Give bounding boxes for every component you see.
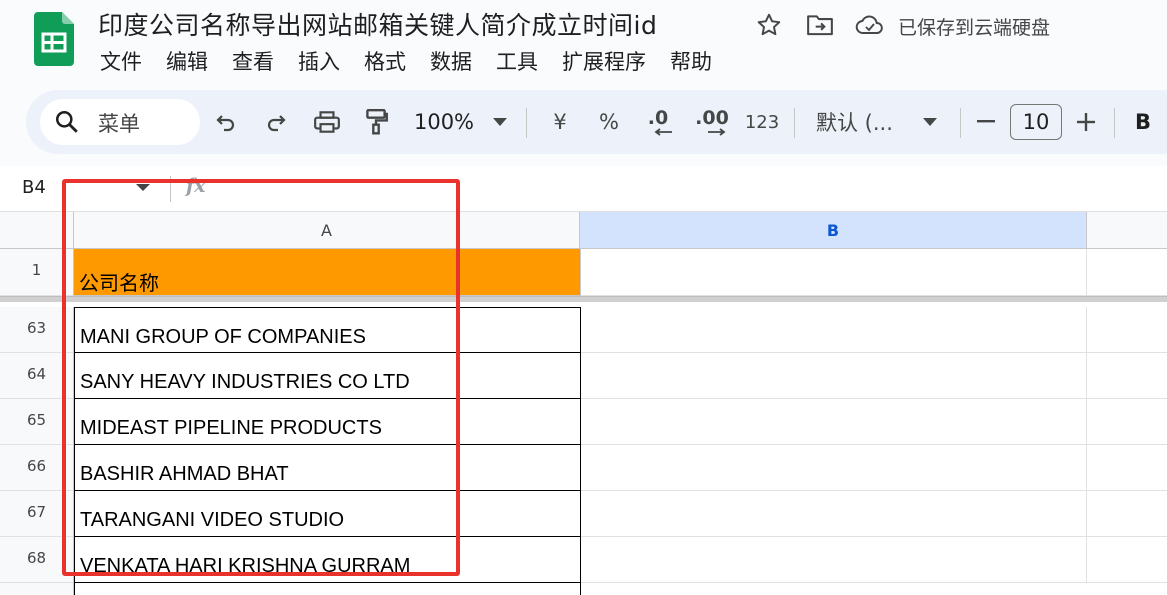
row-header[interactable]: 63 — [0, 307, 74, 353]
zoom-dropdown-icon[interactable] — [490, 104, 510, 140]
menu-file[interactable]: 文件 — [100, 46, 142, 76]
menu-help[interactable]: 帮助 — [670, 46, 712, 76]
toolbar-divider — [794, 108, 795, 138]
table-cell-company[interactable]: VENKATA HARI KRISHNA GURRAM — [74, 537, 581, 583]
column-header-c[interactable] — [1087, 212, 1167, 249]
cell-c1[interactable] — [1087, 249, 1167, 296]
spreadsheet-grid: A B 1 公司名称 63 MANI GROUP OF COMPANIES 64… — [0, 212, 1167, 595]
formula-divider — [170, 176, 171, 202]
search-menus-label: 菜单 — [98, 112, 140, 136]
move-to-folder-icon[interactable] — [805, 10, 835, 40]
fx-icon: fx — [186, 175, 206, 197]
row-header[interactable]: 1 — [0, 249, 74, 296]
font-dropdown-icon[interactable] — [920, 104, 940, 140]
table-cell[interactable] — [581, 491, 1087, 537]
row-header[interactable]: 68 — [0, 537, 74, 583]
cloud-saved-icon[interactable] — [855, 10, 885, 40]
toolbar: 菜单 100% ¥ % .0 .00 123 默认 (... 10 B — [26, 90, 1167, 154]
redo-icon — [267, 115, 286, 132]
table-cell[interactable] — [1087, 307, 1167, 353]
table-cell[interactable] — [581, 353, 1087, 399]
table-cell[interactable] — [74, 583, 581, 595]
increase-font-size-button[interactable] — [1074, 104, 1098, 140]
menu-format[interactable]: 格式 — [364, 46, 406, 76]
toolbar-divider — [960, 108, 961, 138]
sheets-logo-icon[interactable] — [34, 12, 74, 66]
table-cell-company[interactable]: SANY HEAVY INDUSTRIES CO LTD — [74, 353, 581, 399]
name-box-dropdown-icon[interactable] — [136, 184, 150, 191]
table-cell[interactable] — [1087, 353, 1167, 399]
table-cell[interactable] — [581, 445, 1087, 491]
star-icon[interactable] — [754, 10, 784, 40]
paint-format-icon — [366, 108, 388, 135]
table-cell[interactable] — [1087, 491, 1167, 537]
menu-edit[interactable]: 编辑 — [166, 46, 208, 76]
table-cell-company[interactable]: TARANGANI VIDEO STUDIO — [74, 491, 581, 537]
table-cell[interactable] — [581, 537, 1087, 583]
menu-tools[interactable]: 工具 — [496, 46, 538, 76]
undo-icon — [216, 115, 235, 132]
font-family-select[interactable]: 默认 (... — [816, 104, 900, 140]
row-header[interactable]: 64 — [0, 353, 74, 399]
increase-decimal-button[interactable]: .00 — [692, 104, 732, 140]
arrow-left-icon — [654, 127, 672, 136]
toolbar-divider — [526, 108, 527, 138]
toolbar-divider — [1114, 108, 1115, 138]
zoom-select[interactable]: 100% — [412, 104, 476, 140]
search-menus-box[interactable]: 菜单 — [40, 99, 200, 145]
column-header-a[interactable]: A — [74, 212, 580, 249]
row-header[interactable] — [0, 583, 74, 595]
redo-button[interactable] — [262, 104, 290, 140]
formula-bar: B4 fx — [0, 166, 1167, 212]
cell-a1[interactable]: 公司名称 — [74, 249, 581, 296]
select-all-corner[interactable] — [0, 212, 74, 249]
table-cell-company[interactable]: MANI GROUP OF COMPANIES — [74, 307, 581, 353]
currency-format-button[interactable]: ¥ — [548, 104, 572, 140]
row-header[interactable]: 66 — [0, 445, 74, 491]
decrease-font-size-button[interactable] — [974, 104, 998, 140]
minus-icon — [977, 120, 995, 123]
increase-decimal-label: .00 — [695, 106, 729, 129]
table-cell-company[interactable]: MIDEAST PIPELINE PRODUCTS — [74, 399, 581, 445]
more-formats-button[interactable]: 123 — [742, 104, 782, 140]
paint-format-button[interactable] — [362, 104, 390, 140]
document-title[interactable]: 印度公司名称导出网站邮箱关键人简介成立时间id — [98, 6, 657, 42]
table-cell[interactable] — [1087, 399, 1167, 445]
table-cell-company[interactable]: BASHIR AHMAD BHAT — [74, 445, 581, 491]
print-icon — [314, 111, 340, 133]
cell-b1[interactable] — [581, 249, 1087, 296]
name-box[interactable]: B4 — [22, 177, 46, 198]
font-size-input[interactable]: 10 — [1010, 104, 1062, 140]
row-header[interactable]: 65 — [0, 399, 74, 445]
menu-view[interactable]: 查看 — [232, 46, 274, 76]
table-cell[interactable] — [581, 399, 1087, 445]
bold-button[interactable]: B — [1132, 104, 1154, 140]
undo-button[interactable] — [212, 104, 240, 140]
print-button[interactable] — [312, 104, 342, 140]
table-cell[interactable] — [1087, 537, 1167, 583]
table-cell[interactable] — [581, 307, 1087, 353]
frozen-row-divider[interactable] — [0, 296, 1167, 302]
menu-bar: 文件 编辑 查看 插入 格式 数据 工具 扩展程序 帮助 — [100, 46, 736, 76]
column-header-b[interactable]: B — [580, 212, 1087, 249]
menu-extensions[interactable]: 扩展程序 — [562, 46, 646, 76]
arrow-right-icon — [708, 127, 726, 136]
search-icon — [56, 111, 78, 133]
percent-format-button[interactable]: % — [596, 104, 622, 140]
menu-data[interactable]: 数据 — [430, 46, 472, 76]
decrease-decimal-label: .0 — [647, 106, 669, 129]
menu-insert[interactable]: 插入 — [298, 46, 340, 76]
plus-icon — [1077, 113, 1095, 131]
row-header[interactable]: 67 — [0, 491, 74, 537]
decrease-decimal-button[interactable]: .0 — [638, 104, 678, 140]
table-cell[interactable] — [1087, 445, 1167, 491]
save-status: 已保存到云端硬盘 — [898, 17, 1051, 39]
